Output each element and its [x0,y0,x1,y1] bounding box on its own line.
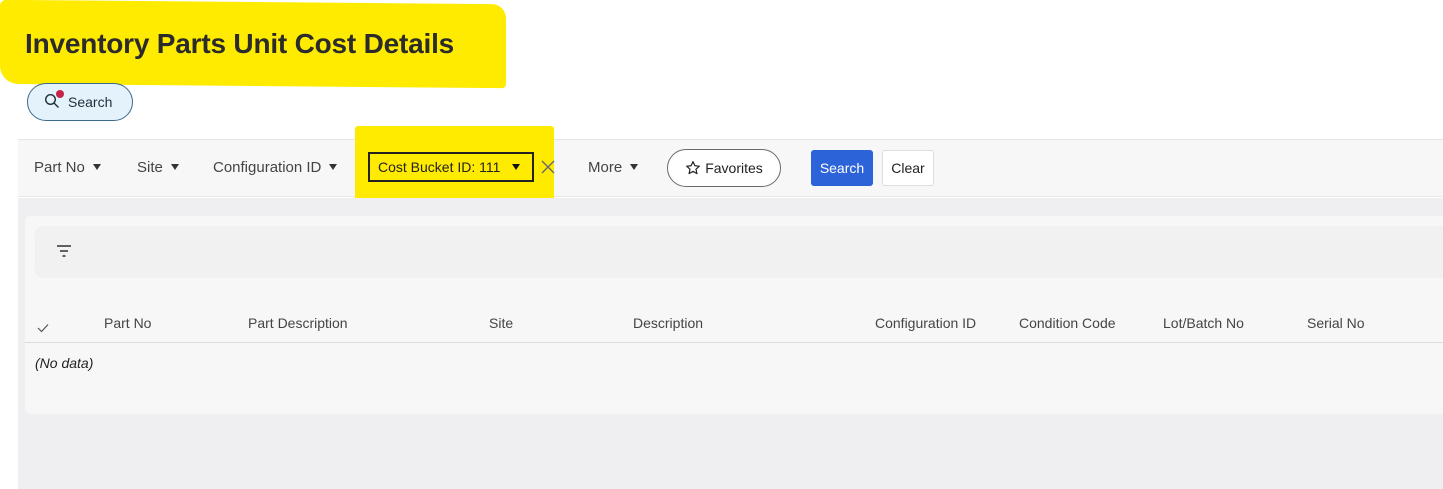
filter-site-label: Site [137,158,163,176]
chevron-down-icon [512,164,521,170]
chevron-down-icon [630,164,639,170]
filter-configuration-id[interactable]: Configuration ID [213,139,338,195]
star-icon [686,161,701,175]
column-header-description[interactable]: Description [633,315,703,331]
table-toolbar [35,226,1443,278]
page-title: Inventory Parts Unit Cost Details [25,28,455,59]
filter-more[interactable]: More [588,139,639,195]
chevron-down-icon [92,164,101,170]
search-toggle-label: Search [68,94,113,110]
chevron-down-icon [329,164,338,170]
filter-cost-bucket-label: Cost Bucket ID: 111 [378,159,501,175]
filter-configuration-id-label: Configuration ID [213,158,322,176]
clear-button[interactable]: Clear [882,150,934,186]
search-button[interactable]: Search [811,150,873,186]
empty-table-message: (No data) [35,355,94,371]
table-header: Part No Part Description Site Descriptio… [25,303,1443,343]
column-header-part-no[interactable]: Part No [104,315,151,331]
remove-filter-button[interactable] [537,156,559,178]
notification-dot [56,90,64,98]
filter-site[interactable]: Site [137,139,179,195]
favorites-label: Favorites [705,160,763,176]
column-header-lot-batch-no[interactable]: Lot/Batch No [1163,315,1244,331]
filter-icon[interactable] [55,243,73,259]
column-header-site[interactable]: Site [489,315,513,331]
chevron-down-icon [170,164,179,170]
favorites-button[interactable]: Favorites [667,149,781,187]
page: Inventory Parts Unit Cost Details Search… [0,0,1443,489]
column-header-condition-code[interactable]: Condition Code [1019,315,1116,331]
column-header-part-description[interactable]: Part Description [248,315,348,331]
search-toggle-button[interactable]: Search [27,83,133,121]
filter-cost-bucket-id[interactable]: Cost Bucket ID: 111 [368,152,534,182]
filter-more-label: More [588,158,623,176]
select-all-check-icon[interactable] [37,320,49,338]
column-header-configuration-id[interactable]: Configuration ID [875,315,976,331]
filter-part-no[interactable]: Part No [34,139,101,195]
close-icon [541,160,555,174]
search-icon [44,90,64,111]
filter-part-no-label: Part No [34,158,85,176]
column-header-serial-no[interactable]: Serial No [1307,315,1365,331]
